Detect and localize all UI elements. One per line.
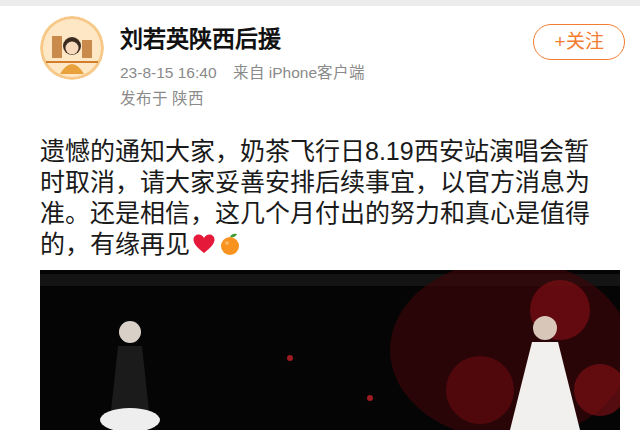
- orange-icon: [218, 232, 242, 256]
- post-text-block: 遗憾的通知大家，奶茶飞行日8.19西安站演唱会暂时取消，请大家妥善安排后续事宜，…: [40, 136, 593, 260]
- post-body: 遗憾的通知大家，奶茶飞行日8.19西安站演唱会暂时取消，请大家妥善安排后续事宜，…: [0, 110, 640, 260]
- heart-icon: [192, 232, 216, 256]
- post-location: 发布于 陕西: [120, 88, 517, 110]
- poster-image[interactable]: [40, 270, 620, 430]
- avatar-icon[interactable]: [40, 16, 104, 80]
- top-strip: [0, 0, 640, 6]
- post-time: 23-8-15 16:40: [120, 62, 217, 84]
- post-text: 遗憾的通知大家，奶茶飞行日8.19西安站演唱会暂时取消，请大家妥善安排后续事宜，…: [40, 137, 590, 258]
- post-header: 刘若英陕西后援 23-8-15 16:40 来自 iPhone客户端 发布于 陕…: [0, 6, 640, 110]
- account-name[interactable]: 刘若英陕西后援: [120, 24, 517, 54]
- follow-button[interactable]: +关注: [533, 24, 625, 60]
- post-source: 来自 iPhone客户端: [233, 62, 366, 84]
